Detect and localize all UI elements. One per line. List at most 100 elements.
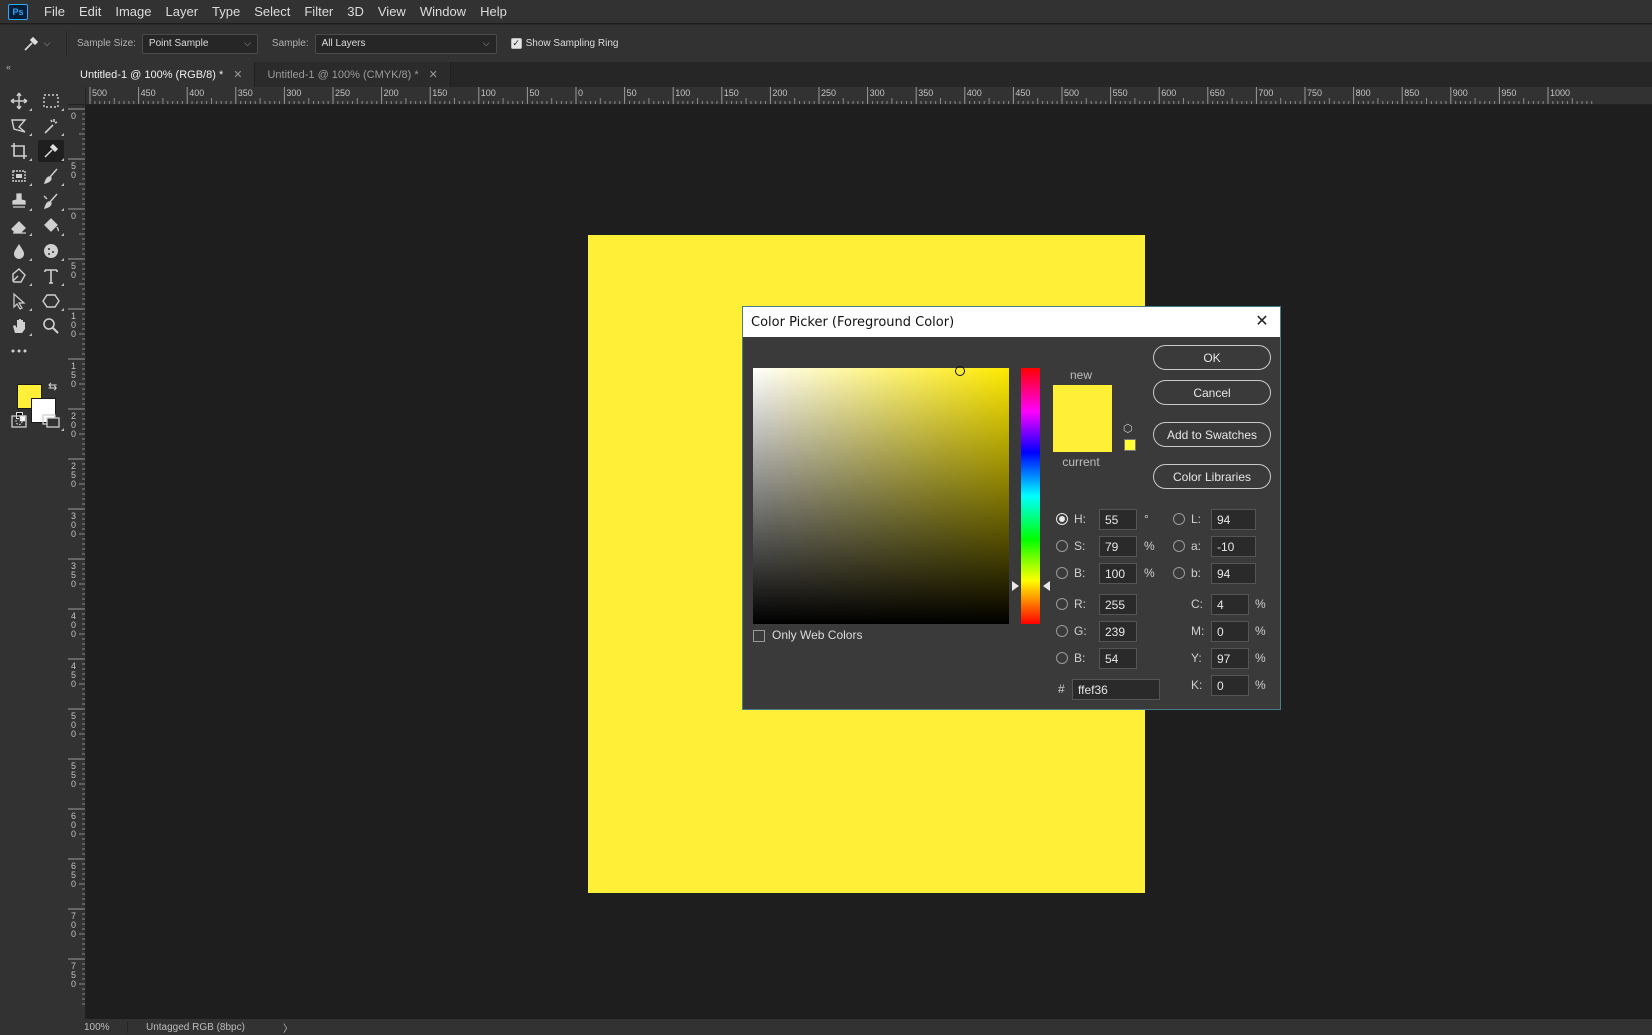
lasso-tool[interactable]	[6, 115, 32, 137]
blur-tool[interactable]	[6, 240, 32, 262]
eyedropper-tool[interactable]	[38, 140, 64, 162]
only-web-colors-checkbox[interactable]	[753, 630, 765, 642]
radio-hue[interactable]	[1056, 513, 1068, 525]
horizontal-ruler[interactable]: 500 450 400 350 300 250 200 150 100 50 0 50 100 150 20…	[86, 87, 1652, 105]
ruler-label: 450	[141, 88, 156, 98]
menu-filter[interactable]: Filter	[297, 0, 340, 23]
magenta-input[interactable]: 0	[1211, 621, 1249, 642]
type-tool[interactable]	[38, 265, 64, 287]
tab-label: Untitled-1 @ 100% (CMYK/8) *	[267, 68, 419, 81]
current-color-swatch[interactable]	[1053, 418, 1112, 452]
brush-tool[interactable]	[38, 165, 64, 187]
hand-tool[interactable]	[6, 315, 32, 337]
tab-untitled-cmyk[interactable]: Untitled-1 @ 100% (CMYK/8) * ✕	[255, 62, 451, 87]
ok-button[interactable]: OK	[1153, 345, 1271, 370]
black-input[interactable]: 0	[1211, 675, 1249, 696]
ruler-label: 50	[529, 88, 539, 98]
screen-mode-button[interactable]	[38, 410, 64, 432]
radio-brightness[interactable]	[1056, 567, 1068, 579]
status-menu-arrow-icon[interactable]: 〉	[283, 1020, 293, 1035]
red-input[interactable]: 255	[1099, 594, 1137, 615]
show-sampling-ring-checkbox[interactable]: ✓	[510, 38, 522, 49]
tool-preset-picker[interactable]: ⌵	[14, 29, 58, 59]
menu-type[interactable]: Type	[205, 0, 247, 23]
lab-l-input[interactable]: 94	[1211, 509, 1256, 530]
shape-tool[interactable]	[38, 290, 64, 312]
pen-tool[interactable]	[6, 265, 32, 287]
sample-select[interactable]: All Layers ⌵	[314, 33, 497, 54]
menu-edit[interactable]: Edit	[72, 0, 108, 23]
add-to-swatches-button[interactable]: Add to Swatches	[1153, 422, 1271, 447]
vertical-ruler[interactable]: 0500501001502002503003504004505005506006…	[68, 105, 86, 1019]
hex-input[interactable]: ffef36	[1072, 679, 1160, 700]
saturation-brightness-field[interactable]	[753, 366, 1009, 624]
move-tool[interactable]	[6, 90, 32, 112]
ruler-label: 0	[71, 829, 76, 839]
rectangle-marquee-icon	[43, 94, 59, 108]
lab-b-input[interactable]: 94	[1211, 563, 1256, 584]
photoshop-logo[interactable]: Ps	[8, 3, 28, 20]
marquee-tool[interactable]	[38, 90, 64, 112]
eraser-tool[interactable]	[6, 215, 32, 237]
dialog-titlebar[interactable]: Color Picker (Foreground Color) ✕	[743, 307, 1280, 337]
radio-lightness[interactable]	[1173, 513, 1185, 525]
close-icon[interactable]: ✕	[429, 68, 438, 81]
arrow-pointer-icon	[13, 292, 26, 310]
menu-view[interactable]: View	[371, 0, 413, 23]
close-icon[interactable]: ✕	[1254, 313, 1270, 329]
eraser-icon	[11, 221, 26, 234]
crop-tool[interactable]	[6, 140, 32, 162]
sample-size-label: Sample Size:	[77, 38, 136, 49]
tab-label: Untitled-1 @ 100% (RGB/8) *	[80, 68, 224, 81]
zoom-tool[interactable]	[38, 315, 64, 337]
web-safe-color-swatch[interactable]	[1124, 439, 1136, 451]
web-safe-cube-icon[interactable]: ⬡	[1123, 423, 1135, 435]
brightness-input[interactable]: 100	[1099, 563, 1137, 584]
menu-image[interactable]: Image	[108, 0, 158, 23]
cancel-button[interactable]: Cancel	[1153, 380, 1271, 405]
sponge-tool[interactable]	[38, 240, 64, 262]
ruler-label: 0	[71, 929, 76, 939]
sample-size-select[interactable]: Point Sample ⌵	[141, 33, 258, 54]
frame-tool[interactable]	[6, 165, 32, 187]
menu-help[interactable]: Help	[473, 0, 514, 23]
magic-wand-tool[interactable]	[38, 115, 64, 137]
menu-window[interactable]: Window	[413, 0, 473, 23]
radio-green[interactable]	[1056, 625, 1068, 637]
cyan-input[interactable]: 4	[1211, 594, 1249, 615]
zoom-level[interactable]: 100%	[68, 1021, 128, 1033]
hue-input[interactable]: 55	[1099, 509, 1137, 530]
saturation-input[interactable]: 79	[1099, 536, 1137, 557]
color-field-cursor[interactable]	[955, 366, 965, 376]
close-icon[interactable]: ✕	[233, 68, 242, 81]
yellow-input[interactable]: 97	[1211, 648, 1249, 669]
sample-label: Sample:	[271, 38, 309, 49]
swap-colors-icon[interactable]: ⇆	[48, 380, 57, 393]
history-brush-tool[interactable]	[38, 190, 64, 212]
menu-file[interactable]: File	[37, 0, 72, 23]
edit-toolbar-button[interactable]	[6, 340, 32, 362]
menu-layer[interactable]: Layer	[159, 0, 206, 23]
path-selection-tool[interactable]	[6, 290, 32, 312]
radio-lab-a[interactable]	[1173, 540, 1185, 552]
radio-lab-b[interactable]	[1173, 567, 1185, 579]
blue-input[interactable]: 54	[1099, 648, 1137, 669]
radio-red[interactable]	[1056, 598, 1068, 610]
radio-blue[interactable]	[1056, 652, 1068, 664]
ruler-corner[interactable]	[68, 87, 86, 105]
menu-3d[interactable]: 3D	[340, 0, 371, 23]
tab-untitled-rgb[interactable]: Untitled-1 @ 100% (RGB/8) * ✕	[68, 62, 256, 87]
color-libraries-button[interactable]: Color Libraries	[1153, 464, 1271, 489]
magnifier-icon	[43, 318, 59, 334]
clone-stamp-tool[interactable]	[6, 190, 32, 212]
hue-slider-handle-left[interactable]	[1012, 580, 1019, 591]
green-input[interactable]: 239	[1099, 621, 1137, 642]
lab-a-input[interactable]: -10	[1211, 536, 1256, 557]
hue-slider-handle-right[interactable]	[1043, 580, 1050, 591]
paint-bucket-tool[interactable]	[38, 215, 64, 237]
menu-select[interactable]: Select	[247, 0, 297, 23]
hue-slider[interactable]	[1021, 368, 1040, 624]
quick-mask-button[interactable]	[6, 410, 32, 432]
radio-saturation[interactable]	[1056, 540, 1068, 552]
collapse-panel-icon[interactable]: «	[6, 62, 11, 72]
